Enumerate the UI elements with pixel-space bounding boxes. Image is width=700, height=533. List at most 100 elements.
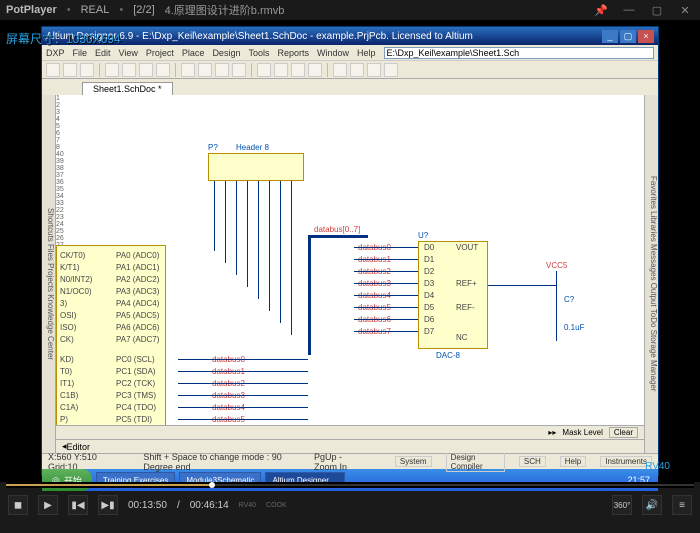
stop-button[interactable]: ◼ [8,495,28,515]
tool-button[interactable] [46,63,60,77]
label: D2 [424,267,434,276]
menu-file[interactable]: File [73,48,88,58]
cap-val: 0.1uF [564,323,584,332]
tool-button[interactable] [257,63,271,77]
altium-toolbar [42,61,658,79]
tool-button[interactable] [350,63,364,77]
label: KD) [60,355,74,364]
label: 38 [56,165,644,172]
wire [354,331,418,332]
next-button[interactable]: ▶▮ [98,495,118,515]
volume-button[interactable]: 🔊 [642,495,662,515]
doc-tab[interactable]: Sheet1.SchDoc * [82,82,173,95]
dac-ref: U? [418,231,428,240]
label: 8 [56,144,644,151]
progress-bar[interactable] [6,482,694,488]
address-field[interactable] [384,47,654,59]
label: PC2 (TCK) [116,379,155,388]
tool-button[interactable] [215,63,229,77]
wire [556,271,557,341]
tool-button[interactable] [384,63,398,77]
tool-button[interactable] [274,63,288,77]
overlay-resolution: 屏幕尺寸：1030X694 [6,30,121,47]
label: PC0 (SCL) [116,355,155,364]
altium-min[interactable]: _ [602,30,618,43]
wire [247,181,248,287]
tool-button[interactable] [367,63,381,77]
wire [236,181,237,275]
tool-button[interactable] [139,63,153,77]
tool-button[interactable] [156,63,170,77]
label: PA2 (ADC2) [116,275,159,284]
altium-max[interactable]: ▢ [620,30,636,43]
menu-window[interactable]: Window [317,48,349,58]
status-mode: Shift + Space to change mode : 90 Degree… [143,452,300,472]
tool-button[interactable] [291,63,305,77]
menu-edit[interactable]: Edit [95,48,111,58]
menu-place[interactable]: Place [182,48,205,58]
wire [269,181,270,311]
label: 3 [56,109,644,116]
minimize-button[interactable]: — [620,3,638,17]
footer-system[interactable]: System [395,456,432,467]
tool-button[interactable] [333,63,347,77]
tool-button[interactable] [198,63,212,77]
menu-view[interactable]: View [119,48,138,58]
menu-project[interactable]: Project [146,48,174,58]
tool-button[interactable] [308,63,322,77]
label: N1/OC0) [60,287,92,296]
side-panel-right[interactable]: Favorites Libraries Messages Output ToDo… [644,95,658,453]
menu-button[interactable]: ≡ [672,495,692,515]
schematic-canvas[interactable]: P? Header 8 U? DAC-8 databus[0..7] VCC5 [56,95,644,453]
footer-help[interactable]: Help [560,456,586,467]
label: ISO) [60,323,76,332]
tool-button[interactable] [232,63,246,77]
vcc-label: VCC5 [546,261,567,270]
clear-button[interactable]: Clear [609,427,638,438]
dac-name: DAC-8 [436,351,460,360]
wire [488,285,556,286]
tool-button[interactable] [105,63,119,77]
wire [354,319,418,320]
tool-button[interactable] [122,63,136,77]
menu-help[interactable]: Help [357,48,376,58]
tool-button[interactable] [63,63,77,77]
footer-sch[interactable]: SCH [519,456,546,467]
menu-tools[interactable]: Tools [248,48,269,58]
menu-reports[interactable]: Reports [277,48,309,58]
footer-design[interactable]: Design Compiler [446,452,505,472]
label: 3) [60,299,67,308]
editor-tab[interactable]: ◂ Editor [56,439,644,453]
altium-body: Shortcuts Files Projects Knowledge Cente… [42,95,658,453]
prev-button[interactable]: ▮◀ [68,495,88,515]
label: 37 [56,172,644,179]
close-button[interactable]: ✕ [676,3,694,17]
wire [354,259,418,260]
wire [178,395,308,396]
status-zoom: PgUp - Zoom In [314,452,367,472]
pin-button[interactable]: 📌 [592,3,610,17]
label: D1 [424,255,434,264]
wire [258,181,259,299]
tool-button[interactable] [80,63,94,77]
schematic: P? Header 8 U? DAC-8 databus[0..7] VCC5 [56,95,644,453]
wire [178,419,308,420]
bus-wire [308,235,311,355]
codec-label: RV40 [239,502,256,509]
cap-ref: C? [564,295,574,304]
vr-button[interactable]: 360° [612,495,632,515]
label: PA3 (ADC3) [116,287,159,296]
play-button[interactable]: ▶ [38,495,58,515]
tool-button[interactable] [181,63,195,77]
menu-design[interactable]: Design [212,48,240,58]
side-panel-left[interactable]: Shortcuts Files Projects Knowledge Cente… [42,95,56,453]
wire [178,371,308,372]
label: OSI) [60,311,76,320]
altium-close[interactable]: × [638,30,654,43]
label: 1 [56,95,644,102]
header-block[interactable] [208,153,304,181]
menu-dxp[interactable]: DXP [46,48,65,58]
label: 22 [56,207,644,214]
maximize-button[interactable]: ▢ [648,3,666,17]
label: PA5 (ADC5) [116,311,159,320]
